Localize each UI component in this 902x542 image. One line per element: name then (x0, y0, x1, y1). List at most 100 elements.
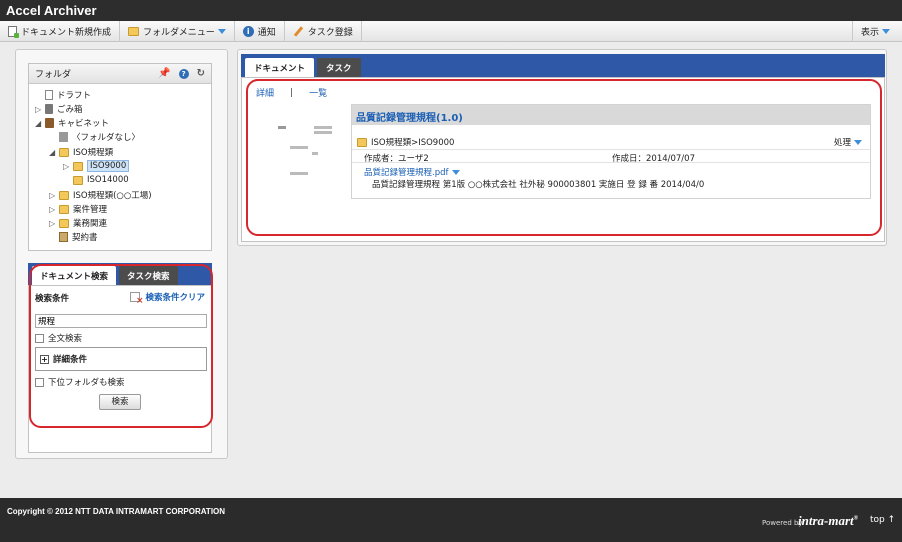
fulltext-option[interactable]: 全文検索 (35, 332, 82, 344)
tree-item-label: ISO14000 (87, 175, 129, 185)
refresh-icon[interactable]: ↻ (197, 68, 205, 79)
tree-item-projects[interactable]: ▷ 案件管理 (49, 202, 107, 216)
document-tabs: ドキュメント タスク (241, 54, 885, 77)
folder-icon (59, 218, 69, 228)
tab-document[interactable]: ドキュメント (245, 58, 315, 77)
brand-name: intra-mart (798, 513, 854, 528)
expand-icon[interactable]: ▷ (49, 219, 59, 228)
pencil-icon (293, 26, 304, 37)
expand-icon[interactable]: ▷ (63, 162, 73, 171)
folder-icon (59, 204, 69, 214)
chevron-down-icon (854, 139, 862, 145)
search-button[interactable]: 検索 (99, 394, 141, 410)
view-separator: | (290, 87, 294, 98)
tree-item-contracts[interactable]: 契約書 (49, 230, 98, 244)
contract-icon (59, 232, 68, 242)
plus-icon: + (40, 354, 49, 364)
document-title-link[interactable]: 品質記録管理規程(1.0) (352, 105, 870, 125)
notify-button[interactable]: i 通知 (235, 20, 285, 42)
fulltext-checkbox[interactable] (35, 333, 44, 343)
tree-item-iso9000[interactable]: ▷ ISO9000 (63, 159, 130, 173)
created-date-text: 作成日：2014/07/07 (612, 154, 695, 164)
clear-conditions-link[interactable]: 検索条件クリア (130, 291, 205, 306)
task-register-button[interactable]: タスク登録 (285, 20, 362, 42)
action-menu-button[interactable]: 処理 (834, 136, 862, 148)
tree-item-label: ISO規程類 (73, 148, 114, 158)
keyword-input[interactable] (35, 314, 207, 328)
tree-item-draft[interactable]: ドラフト (35, 88, 91, 102)
display-menu-button[interactable]: 表示 (851, 21, 890, 42)
subfolder-option[interactable]: 下位フォルダも検索 (35, 376, 125, 388)
display-label: 表示 (860, 28, 879, 38)
document-result-card: 品質記録管理規程(1.0) ISO規程類>ISO9000 処理 作成者：ユーザ2… (351, 104, 871, 199)
tree-item-label: ドラフト (57, 91, 92, 101)
tab-task-search[interactable]: タスク検索 (119, 266, 178, 285)
trash-icon (45, 104, 53, 114)
collapse-icon[interactable]: ◢ (49, 148, 59, 157)
tree-item-iso-rules[interactable]: ◢ ISO規程類 (49, 145, 113, 159)
tree-item-label: ISO9000 (87, 160, 130, 172)
detail-conditions-toggle[interactable]: + 詳細条件 (35, 347, 207, 371)
chevron-down-icon (217, 28, 226, 34)
tab-document-search[interactable]: ドキュメント検索 (32, 266, 117, 285)
task-register-label: タスク登録 (307, 27, 353, 38)
app-title: Accel Archiver (0, 0, 902, 21)
expand-icon[interactable]: ▷ (49, 205, 59, 214)
folder-menu-label: フォルダメニュー (143, 27, 215, 38)
search-tabs: ドキュメント検索 タスク検索 (28, 263, 212, 285)
cabinet-icon (45, 118, 54, 128)
powered-by-text: Powered by (762, 519, 803, 527)
folder-icon (59, 190, 69, 200)
folder-icon (128, 26, 140, 36)
info-icon: i (242, 25, 254, 37)
tree-item-label: ごみ箱 (57, 105, 83, 115)
clear-conditions-label: 検索条件クリア (145, 293, 205, 303)
tree-item-label: 契約書 (72, 233, 98, 243)
toolbar: ドキュメント新規作成 フォルダメニュー i 通知 タスク登録 表示 (0, 20, 902, 42)
folder-menu-button[interactable]: フォルダメニュー (120, 20, 235, 42)
folder-icon (59, 147, 69, 157)
search-conditions-label: 検索条件 (35, 294, 70, 304)
expand-icon[interactable]: ▷ (49, 191, 59, 200)
creator-text: 作成者：ユーザ2 (364, 154, 429, 164)
pin-icon[interactable]: 📌 (158, 68, 170, 79)
brand-registered-mark: ® (853, 515, 859, 522)
tree-item-trash[interactable]: ▷ ごみ箱 (35, 102, 83, 116)
tree-item-iso-factory[interactable]: ▷ ISO規程類(○○工場) (49, 188, 152, 202)
new-document-icon (8, 25, 19, 38)
folder-panel-header: フォルダ 📌 ? ↻ (29, 64, 211, 84)
folder-path[interactable]: ISO規程類>ISO9000 (357, 136, 454, 148)
back-to-top-link[interactable]: top ↑ (870, 515, 895, 525)
folder-path-label: ISO規程類>ISO9000 (371, 138, 455, 148)
view-detail-link[interactable]: 詳細 (256, 86, 274, 99)
document-meta: 作成者：ユーザ2 作成日：2014/07/07 (352, 149, 870, 164)
notify-label: 通知 (257, 27, 276, 38)
new-document-button[interactable]: ドキュメント新規作成 (0, 20, 121, 42)
chevron-down-icon (451, 169, 460, 175)
document-panel: ドキュメント タスク 詳細 | 一覧 品質記録管理規程(1.0) ISO規程類>… (237, 49, 887, 246)
document-list-area: 詳細 | 一覧 品質記録管理規程(1.0) ISO規程類>ISO9000 処理 … (241, 77, 885, 242)
help-icon[interactable]: ? (178, 68, 189, 79)
collapse-icon[interactable]: ◢ (35, 119, 45, 128)
tree-item-label: ISO規程類(○○工場) (73, 191, 152, 201)
tree-item-label: 〈フォルダなし〉 (72, 133, 141, 143)
folder-panel-title: フォルダ (35, 70, 72, 80)
file-link[interactable]: 品質記録管理規程.pdf (364, 166, 460, 178)
left-panel: フォルダ 📌 ? ↻ ドラフト ▷ ごみ箱 ◢ キャビネット 〈フォルダなし〉 … (15, 49, 228, 459)
file-name: 品質記録管理規程.pdf (364, 168, 449, 178)
tree-item-business[interactable]: ▷ 業務関連 (49, 216, 107, 230)
folder-tree-panel: フォルダ 📌 ? ↻ ドラフト ▷ ごみ箱 ◢ キャビネット 〈フォルダなし〉 … (28, 63, 212, 251)
view-list-link[interactable]: 一覧 (309, 86, 327, 99)
tab-task[interactable]: タスク (317, 58, 361, 77)
subfolder-checkbox[interactable] (35, 377, 44, 387)
document-thumbnail[interactable] (262, 126, 352, 196)
folder-icon (73, 175, 83, 185)
tree-item-iso14000[interactable]: ISO14000 (63, 173, 129, 187)
subfolder-label: 下位フォルダも検索 (48, 378, 125, 388)
view-switch: 詳細 | 一覧 (256, 86, 327, 100)
expand-icon[interactable]: ▷ (35, 105, 45, 114)
brand-logo: intra-mart® (798, 513, 858, 529)
tree-item-no-folder[interactable]: 〈フォルダなし〉 (49, 130, 140, 144)
tree-item-cabinet[interactable]: ◢ キャビネット (35, 116, 109, 130)
new-document-label: ドキュメント新規作成 (21, 27, 112, 38)
